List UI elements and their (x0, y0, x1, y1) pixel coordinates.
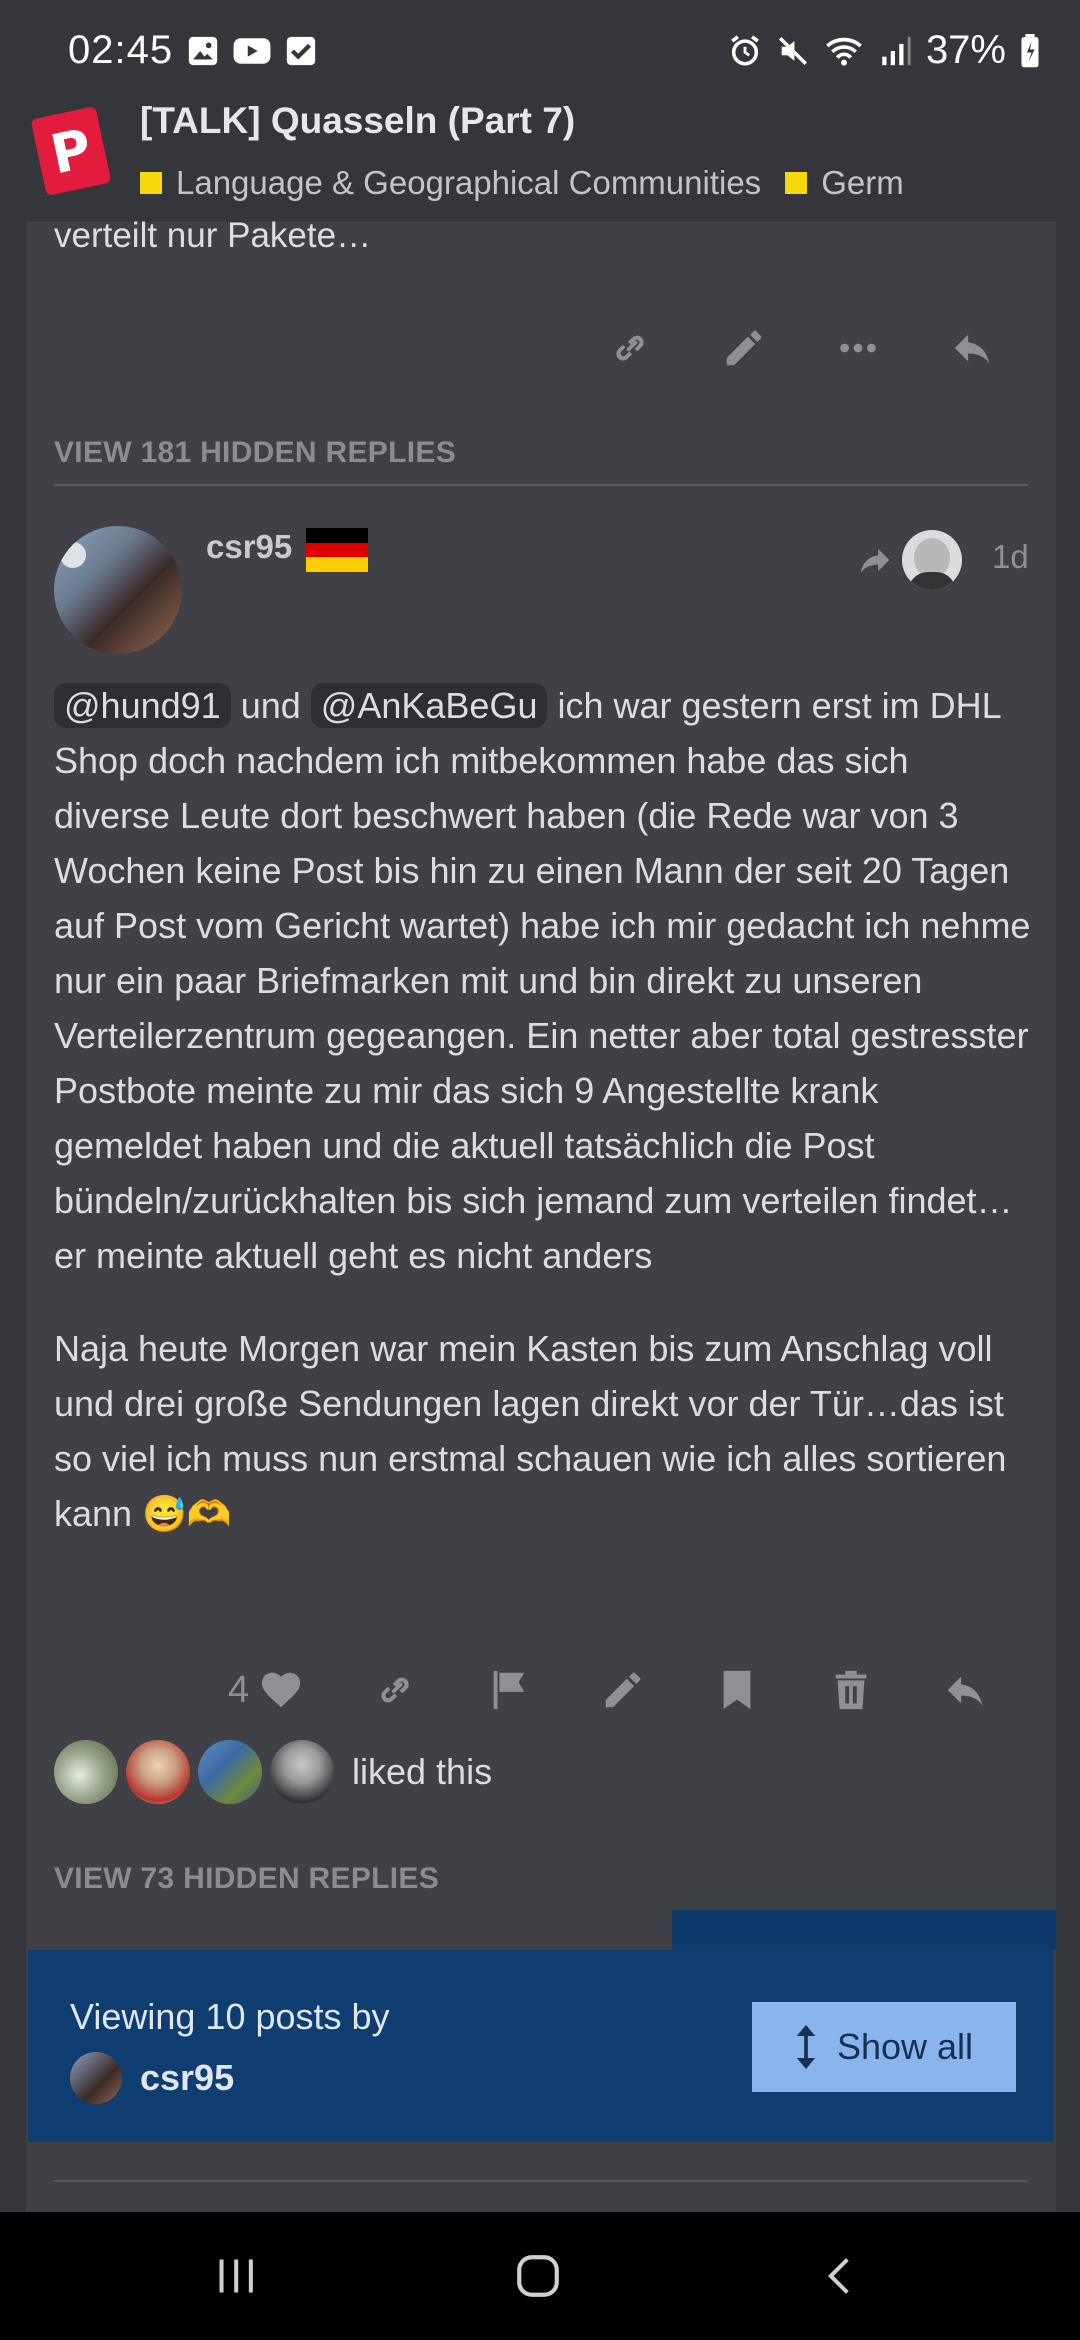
category-color-square (785, 172, 808, 194)
link-button[interactable] (600, 318, 660, 378)
reply-button[interactable] (935, 1660, 995, 1720)
flag-icon (493, 1670, 525, 1710)
wifi-icon (826, 37, 862, 66)
status-bar: 02:45 37% (0, 0, 1080, 100)
image-icon (188, 36, 218, 66)
battery-percent: 37% (925, 28, 1006, 72)
topic-title[interactable]: [TALK] Quasseln (Part 7) (140, 100, 575, 142)
link-icon (616, 335, 644, 361)
show-all-button[interactable]: Show all (752, 2002, 1016, 2092)
category-color-square (140, 172, 162, 194)
home-icon (517, 2255, 559, 2297)
pencil-icon (726, 330, 762, 366)
pencil-icon (605, 1672, 641, 1708)
post-actions: 4 (228, 1660, 995, 1720)
reply-button[interactable] (942, 318, 1002, 378)
battery-icon (1021, 33, 1039, 67)
back-button[interactable] (810, 2246, 870, 2306)
site-logo[interactable]: P (30, 105, 112, 197)
recent-apps-icon (219, 2259, 253, 2293)
like-count[interactable]: 4 (228, 1669, 249, 1712)
timeline-peek (672, 1910, 1056, 1950)
reply-to-indicator[interactable] (856, 530, 962, 590)
mention-link[interactable]: @hund91 (54, 683, 231, 728)
flag-button[interactable] (479, 1660, 539, 1720)
view-hidden-replies-link[interactable]: VIEW 181 HIDDEN REPLIES (54, 436, 456, 470)
germany-flag-icon (306, 528, 368, 572)
post-body: @hund91 und @AnKaBeGu ich war gestern er… (54, 678, 1034, 1579)
previous-post-actions (600, 318, 1002, 378)
more-icon (840, 343, 876, 353)
home-button[interactable] (508, 2246, 568, 2306)
post-paragraph: @hund91 und @AnKaBeGu ich war gestern er… (54, 678, 1034, 1283)
topic-header: P [TALK] Quasseln (Part 7) Language & Ge… (0, 100, 1080, 222)
alarm-icon (731, 34, 759, 66)
liked-this-text: liked this (352, 1751, 493, 1792)
post-username[interactable]: csr95 (206, 528, 292, 566)
post-paragraph: Naja heute Morgen war mein Kasten bis zu… (54, 1328, 1007, 1534)
link-icon (381, 1677, 409, 1703)
edit-button[interactable] (593, 1660, 653, 1720)
previous-post-text: verteilt nur Pakete… (54, 216, 372, 255)
signal-icon (882, 36, 911, 65)
view-hidden-replies-link[interactable]: VIEW 73 HIDDEN REPLIES (54, 1862, 439, 1896)
delete-button[interactable] (821, 1660, 881, 1720)
notification-icons (186, 34, 318, 68)
filter-user[interactable]: csr95 (70, 2052, 234, 2104)
category-badge[interactable]: Language & Geographical Communities (140, 164, 761, 202)
liker-avatar[interactable] (126, 1740, 190, 1804)
system-icons: 37% (728, 28, 1040, 73)
mention-link[interactable]: @AnKaBeGu (310, 683, 548, 728)
trash-icon (835, 1670, 867, 1710)
mute-icon (778, 36, 807, 65)
paragraph-text: ich war gestern erst im DHL Shop doch na… (54, 685, 1031, 1276)
reply-to-avatar (902, 530, 962, 590)
bookmark-icon (723, 1670, 751, 1710)
like-button[interactable] (251, 1660, 311, 1720)
user-avatar[interactable] (54, 526, 182, 654)
status-dot (60, 542, 86, 568)
liker-avatar[interactable] (54, 1740, 118, 1804)
filtered-posts-banner: Viewing 10 posts by csr95 Show all (28, 1950, 1054, 2142)
link-button[interactable] (365, 1660, 425, 1720)
checkbox-icon (286, 36, 316, 66)
filter-description: Viewing 10 posts by (70, 1996, 390, 2037)
subcategory-label: Germ (821, 164, 904, 201)
reply-to-arrow-icon (860, 548, 890, 573)
expand-vertical-icon (796, 2025, 816, 2069)
bookmark-button[interactable] (707, 1660, 767, 1720)
edit-button[interactable] (714, 318, 774, 378)
subcategory-badge[interactable]: Germ (785, 164, 904, 202)
show-all-label: Show all (836, 2026, 974, 2067)
more-button[interactable] (828, 318, 888, 378)
filter-user-avatar (70, 2052, 122, 2104)
likers-list: liked this (54, 1740, 492, 1804)
category-breadcrumb: Language & Geographical Communities Germ (140, 164, 920, 202)
liker-avatar[interactable] (270, 1740, 334, 1804)
youtube-icon (233, 38, 271, 64)
post-date[interactable]: 1d (992, 538, 1029, 576)
reply-icon (954, 334, 990, 364)
category-label: Language & Geographical Communities (176, 164, 762, 201)
recent-apps-button[interactable] (206, 2246, 266, 2306)
status-time: 02:45 (68, 28, 174, 72)
heart-icon (261, 1672, 301, 1708)
bottom-divider (54, 2180, 1028, 2182)
system-navigation-bar (0, 2212, 1080, 2340)
liker-avatar[interactable] (198, 1740, 262, 1804)
connector-text: und (240, 685, 301, 726)
post-divider (54, 484, 1028, 486)
filter-username: csr95 (140, 2057, 235, 2098)
back-icon (827, 2258, 849, 2294)
reply-icon (947, 1676, 983, 1706)
